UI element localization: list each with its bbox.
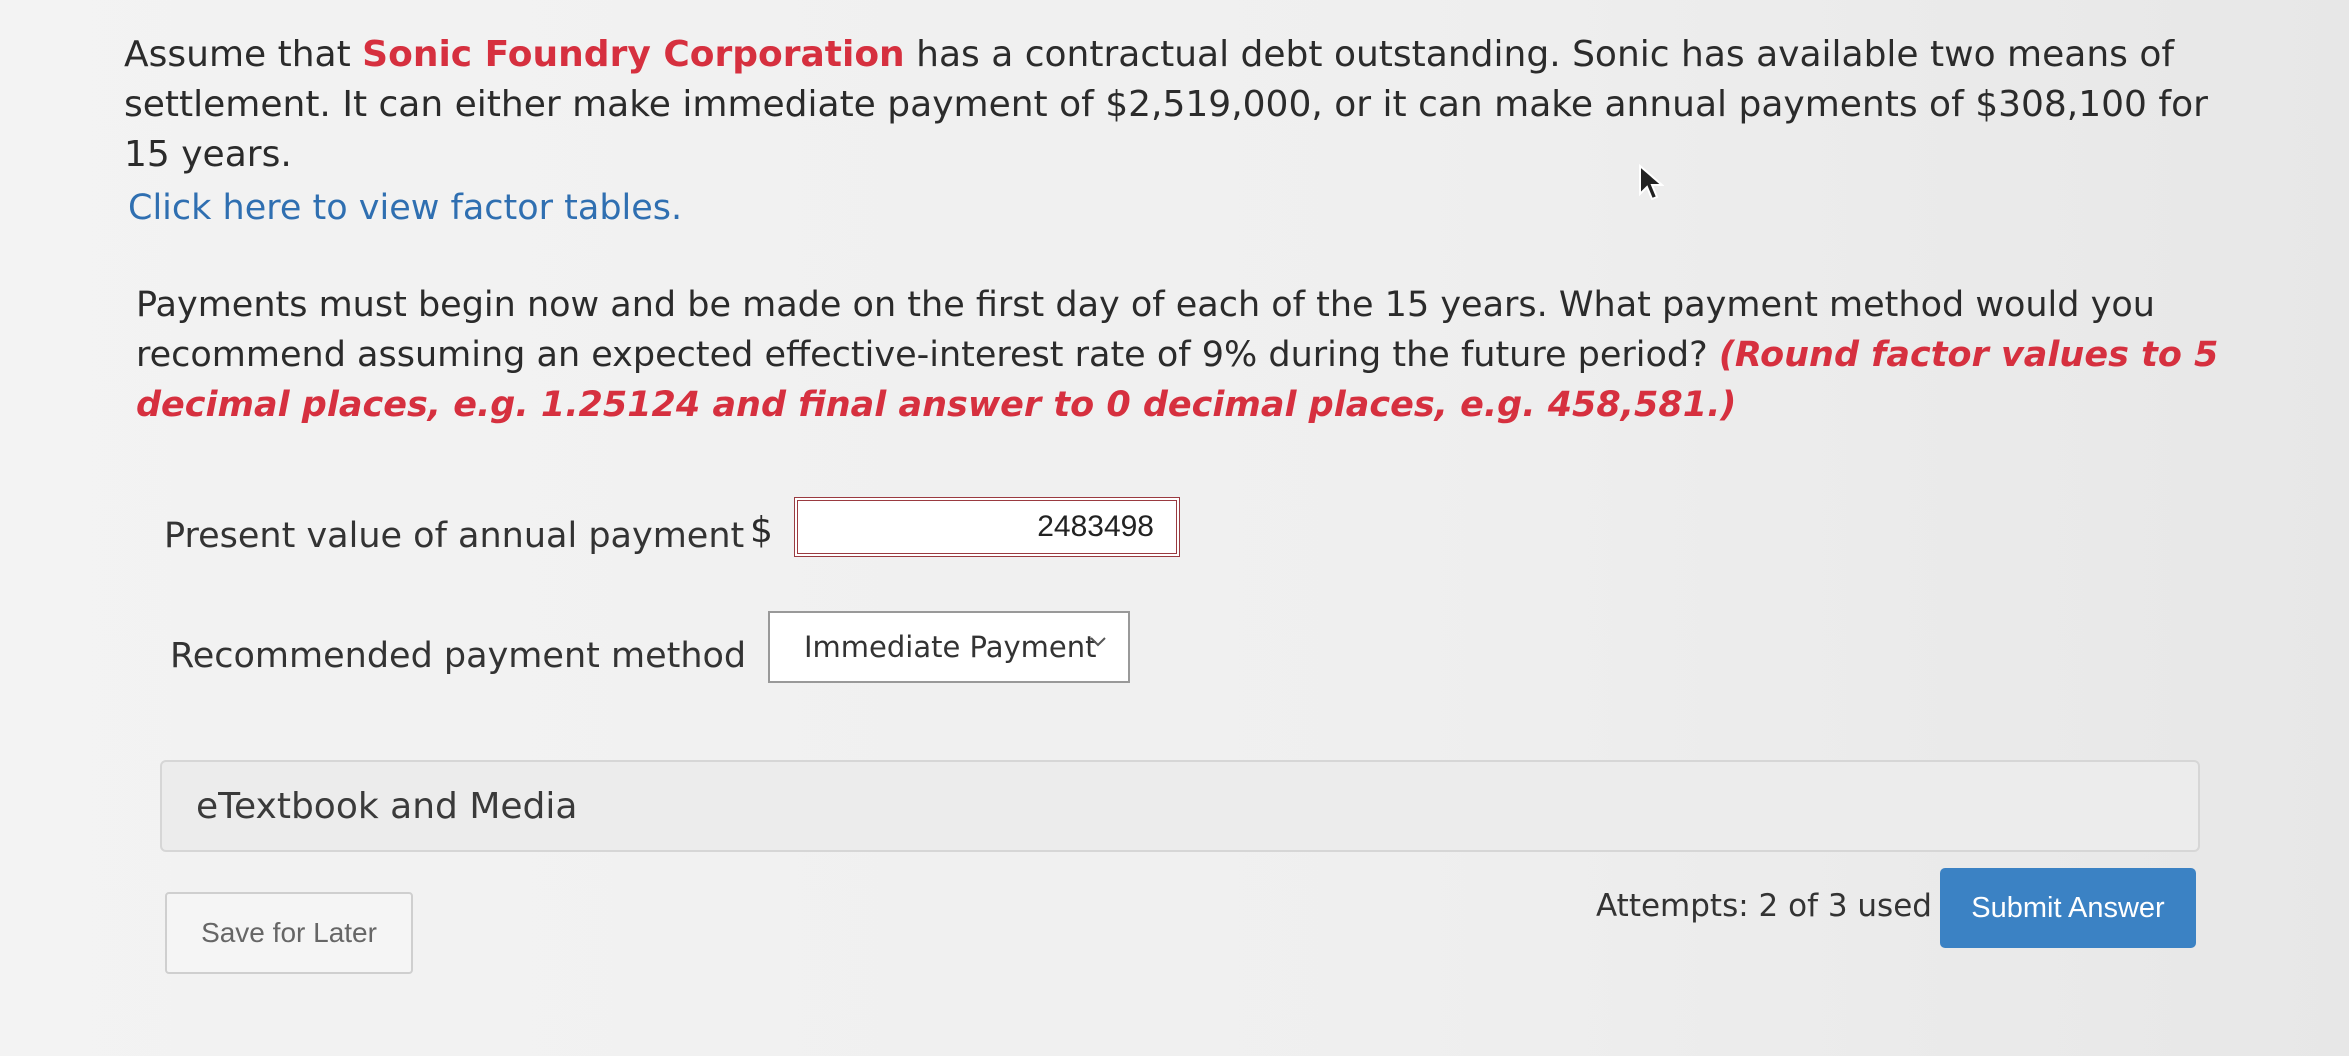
factor-tables-link[interactable]: Click here to view factor tables. [128, 188, 682, 228]
payment-method-label: Recommended payment method [170, 636, 747, 676]
etextbook-media-label: eTextbook and Media [196, 786, 578, 827]
etextbook-media-panel[interactable]: eTextbook and Media [160, 760, 2200, 852]
question-text: Payments must begin now and be made on t… [136, 280, 2226, 430]
payment-method-selected: Immediate Payment [804, 630, 1097, 664]
present-value-input[interactable] [794, 497, 1180, 557]
attempts-counter: Attempts: 2 of 3 used [1596, 888, 1932, 924]
payment-method-select[interactable]: Immediate Payment [768, 611, 1130, 683]
chevron-down-icon [1090, 637, 1106, 647]
present-value-label: Present value of annual payment [164, 516, 745, 556]
problem-intro: Assume that [124, 34, 363, 75]
mouse-cursor-icon [1639, 164, 1664, 201]
currency-symbol: $ [750, 510, 773, 551]
save-for-later-button[interactable]: Save for Later [165, 892, 413, 974]
company-name: Sonic Foundry Corporation [362, 34, 905, 75]
submit-answer-button[interactable]: Submit Answer [1940, 868, 2196, 948]
problem-statement: Assume that Sonic Foundry Corporation ha… [124, 30, 2244, 180]
